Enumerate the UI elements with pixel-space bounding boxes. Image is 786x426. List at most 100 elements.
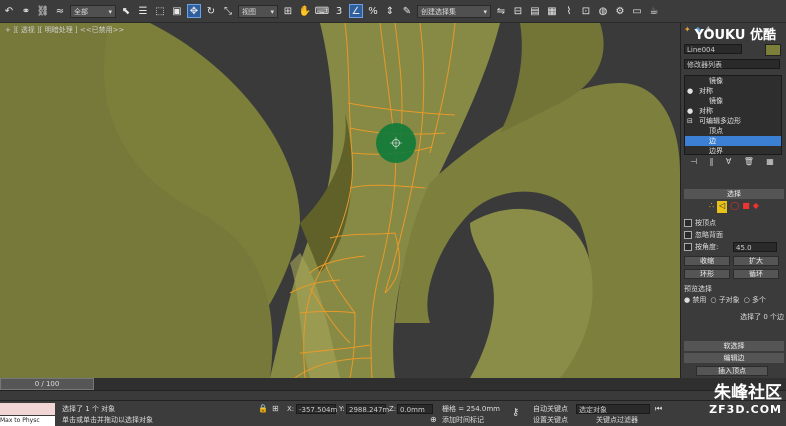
add-time-tag-icon[interactable]: ⊕ <box>430 415 437 424</box>
shrink-button[interactable]: 收缩 <box>684 256 730 266</box>
undo-icon[interactable]: ↶ <box>2 4 16 18</box>
border-level-icon[interactable]: ◯ <box>730 201 739 213</box>
select-by-name-icon[interactable]: ☰ <box>136 4 150 18</box>
absolute-mode-icon[interactable]: ⊞ <box>272 404 279 413</box>
preview-disabled-radio[interactable]: ● 禁用 <box>684 295 706 305</box>
pin-stack-icon[interactable]: ⊣ <box>690 157 697 169</box>
move-icon[interactable]: ✥ <box>187 4 201 18</box>
show-end-result-icon[interactable]: ∥ <box>710 157 714 169</box>
object-name-field[interactable]: Line004 <box>684 44 742 54</box>
render-production-icon[interactable]: ☕ <box>647 4 661 18</box>
rotate-icon[interactable]: ↻ <box>204 4 218 18</box>
by-vertex-checkbox[interactable] <box>684 219 692 227</box>
bind-space-warp-icon[interactable]: ≈ <box>53 4 67 18</box>
selection-filter-dropdown[interactable]: 全部 ▾ <box>70 4 116 18</box>
maxscript-listener[interactable] <box>0 403 55 415</box>
z-coordinate-value: 0.0mm <box>400 406 425 414</box>
x-coordinate-field[interactable]: -357.504m <box>296 404 337 414</box>
stack-item-mirror-2[interactable]: 镜像 <box>685 96 781 106</box>
ring-button[interactable]: 环形 <box>684 269 730 279</box>
spinner-snap-icon[interactable]: ⇕ <box>383 4 397 18</box>
keyboard-shortcut-icon[interactable]: ⌨ <box>315 4 329 18</box>
stack-item-mirror-1[interactable]: 镜像 <box>685 76 781 86</box>
ignore-backfacing-option[interactable]: 忽略背面 <box>684 230 784 240</box>
command-panel: ✦ ◆ ⋔ Line004 修改器列表 镜像 ● 对称 镜像 ● 对称 ⊟ 可编辑多边… <box>680 23 786 378</box>
configure-sets-icon[interactable]: ▦ <box>766 157 774 169</box>
create-tab-icon[interactable]: ✦ <box>684 25 691 35</box>
stack-item-symmetry-2[interactable]: ● 对称 <box>685 106 781 116</box>
rendered-frame-icon[interactable]: ▭ <box>630 4 644 18</box>
perspective-viewport[interactable]: + ][ 透视 ][ 明暗处理 ] <<已禁用>> <box>0 23 680 378</box>
scale-icon[interactable]: ⤡ <box>221 4 235 18</box>
edit-edges-rollout-title[interactable]: 编辑边 <box>684 353 784 363</box>
link-icon[interactable]: ⚭ <box>19 4 33 18</box>
ignore-backfacing-checkbox[interactable] <box>684 231 692 239</box>
light-bulb-icon[interactable]: ● <box>687 106 693 116</box>
stack-item-edge[interactable]: 边 <box>685 136 781 146</box>
light-bulb-icon[interactable]: ● <box>687 86 693 96</box>
selection-rollout-title[interactable]: 选择 <box>684 189 784 199</box>
layer-manager-icon[interactable]: ▤ <box>528 4 542 18</box>
loop-button[interactable]: 循环 <box>733 269 779 279</box>
go-to-start-icon[interactable]: ⏮ <box>655 404 662 414</box>
graphite-ribbon-icon[interactable]: ▦ <box>545 4 559 18</box>
insert-vertex-button[interactable]: 插入顶点 <box>696 366 768 376</box>
modifier-list-value: 修改器列表 <box>687 61 722 69</box>
polygon-level-icon[interactable]: ■ <box>742 201 750 213</box>
curve-editor-icon[interactable]: ⌇ <box>562 4 576 18</box>
vertex-level-icon[interactable]: ∴ <box>709 201 714 213</box>
angle-spinner[interactable]: 45.0 <box>733 242 777 252</box>
select-manipulate-icon[interactable]: ✋ <box>298 4 312 18</box>
schematic-view-icon[interactable]: ⊡ <box>579 4 593 18</box>
time-slider[interactable]: 0 / 100 <box>0 378 94 390</box>
set-key-button[interactable]: 设置关键点 <box>533 415 568 425</box>
align-icon[interactable]: ⊟ <box>511 4 525 18</box>
modifier-list-dropdown[interactable]: 修改器列表 <box>684 59 780 69</box>
auto-key-button[interactable]: 自动关键点 <box>533 404 568 414</box>
stack-item-border[interactable]: 边界 <box>685 146 781 154</box>
stack-item-editable-poly[interactable]: ⊟ 可编辑多边形 <box>685 116 781 126</box>
by-angle-checkbox[interactable] <box>684 243 692 251</box>
edit-named-selection-icon[interactable]: ✎ <box>400 4 414 18</box>
window-crossing-icon[interactable]: ▣ <box>170 4 184 18</box>
x-label: X: <box>287 405 295 413</box>
key-mode-dropdown[interactable]: 选定对象 <box>576 404 650 414</box>
snaps-toggle-icon[interactable]: 3 <box>332 4 346 18</box>
angle-snap-icon[interactable]: ∠ <box>349 4 363 18</box>
viewport-label[interactable]: + ][ 透视 ][ 明暗处理 ] <<已禁用>> <box>5 25 124 35</box>
render-setup-icon[interactable]: ⚙ <box>613 4 627 18</box>
y-coordinate-value: 2988.247m <box>349 406 390 414</box>
named-selection-dropdown[interactable]: 创建选择集 ▾ <box>417 4 491 18</box>
reference-coordinate-dropdown[interactable]: 视图 ▾ <box>238 4 278 18</box>
timeline-track[interactable] <box>0 378 786 390</box>
add-time-tag-text[interactable]: 添加时间标记 <box>442 415 484 425</box>
pivot-center-icon[interactable]: ⊞ <box>281 4 295 18</box>
lock-icon[interactable]: 🔒 <box>258 404 268 413</box>
element-level-icon[interactable]: ◆ <box>753 201 759 213</box>
edge-level-icon[interactable]: ◁ <box>717 201 728 213</box>
z-coordinate-field[interactable]: 0.0mm <box>397 404 433 414</box>
material-editor-icon[interactable]: ◍ <box>596 4 610 18</box>
chevron-down-icon: ▾ <box>270 7 274 16</box>
key-icon[interactable]: ⚷ <box>512 407 519 418</box>
key-filters-button[interactable]: 关键点过滤器 <box>596 415 638 425</box>
site-name: 朱峰社区 <box>714 383 782 403</box>
youku-watermark: YOUKU 优酷 <box>694 28 777 43</box>
preview-subobject-radio[interactable]: ○ 子对象 <box>710 295 739 305</box>
stack-item-vertex[interactable]: 顶点 <box>685 126 781 136</box>
rect-selection-icon[interactable]: ⬚ <box>153 4 167 18</box>
collapse-icon[interactable]: ⊟ <box>687 116 693 126</box>
by-vertex-option[interactable]: 按顶点 <box>684 218 784 228</box>
preview-multi-radio[interactable]: ○ 多个 <box>744 295 766 305</box>
select-object-icon[interactable]: ⬉ <box>119 4 133 18</box>
object-color-swatch[interactable] <box>765 44 781 56</box>
stack-item-symmetry-1[interactable]: ● 对称 <box>685 86 781 96</box>
soft-selection-rollout-title[interactable]: 软选择 <box>684 341 784 351</box>
mirror-icon[interactable]: ⇋ <box>494 4 508 18</box>
y-coordinate-field[interactable]: 2988.247m <box>346 404 390 414</box>
make-unique-icon[interactable]: ∀ <box>726 157 731 169</box>
unlink-icon[interactable]: ⛓ <box>36 4 50 18</box>
percent-snap-icon[interactable]: % <box>366 4 380 18</box>
remove-modifier-icon[interactable]: 🗑 <box>744 157 754 169</box>
grow-button[interactable]: 扩大 <box>733 256 779 266</box>
